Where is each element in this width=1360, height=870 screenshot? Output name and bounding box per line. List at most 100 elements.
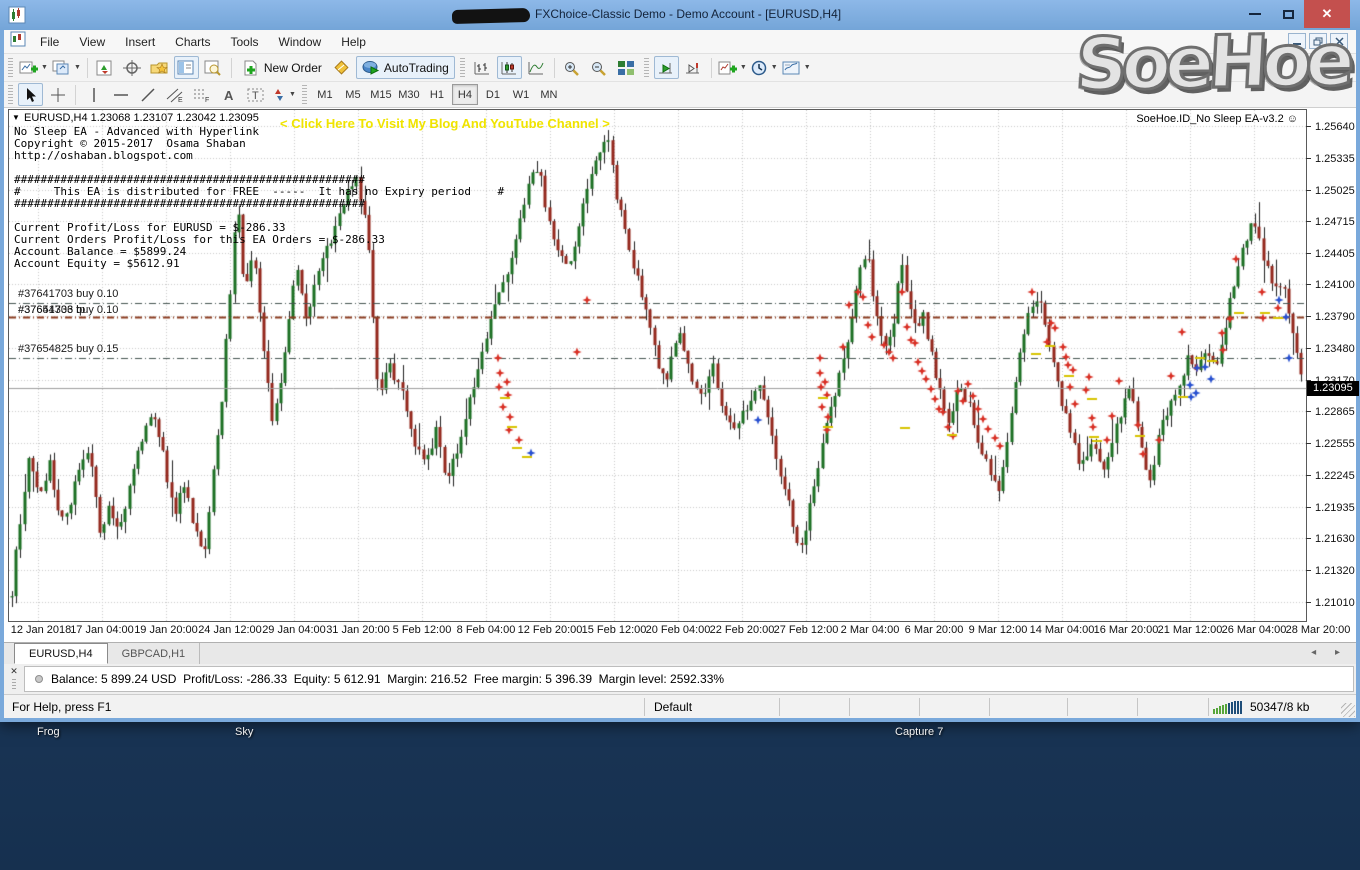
timeframe-h1[interactable]: H1 [424, 84, 450, 105]
date-axis: 12 Jan 201817 Jan 04:0019 Jan 20:0024 Ja… [4, 622, 1356, 640]
fibonacci-button[interactable]: F [189, 83, 214, 106]
profile-name[interactable]: Default [654, 700, 692, 714]
toolbar-grip[interactable] [8, 85, 13, 105]
menu-item-file[interactable]: File [30, 32, 69, 52]
toolbar-grip[interactable] [460, 58, 465, 78]
trendline-button[interactable] [135, 83, 160, 106]
menu-item-help[interactable]: Help [331, 32, 376, 52]
price-tick-label: 1.21010 [1315, 597, 1355, 609]
price-tick-label: 1.25025 [1315, 185, 1355, 197]
ea-version-label: SoeHoe.ID_No Sleep EA-v3.2 ☺ [1136, 113, 1298, 125]
date-tick-label: 15 Feb 12:00 [579, 624, 649, 636]
date-tick-label: 26 Mar 04:00 [1219, 624, 1289, 636]
svg-text:E: E [178, 97, 183, 103]
price-tick-mark [1306, 253, 1311, 254]
metaeditor-button[interactable] [329, 56, 354, 79]
data-window-button[interactable] [120, 56, 145, 79]
date-tick-label: 19 Jan 20:00 [131, 624, 201, 636]
separator [849, 698, 850, 716]
order-label-3: #37654825 buy 0.15 [18, 343, 118, 355]
vertical-line-button[interactable] [81, 83, 106, 106]
price-tick-mark [1306, 348, 1311, 349]
menu-item-window[interactable]: Window [269, 32, 332, 52]
ea-promo-link[interactable]: < Click Here To Visit My Blog And YouTub… [280, 116, 610, 131]
text-label-button[interactable]: T [243, 83, 268, 106]
price-tick-mark [1306, 411, 1311, 412]
price-tick-label: 1.24715 [1315, 216, 1355, 228]
arrows-button[interactable]: ▼ [270, 83, 297, 106]
menu-item-insert[interactable]: Insert [115, 32, 165, 52]
timeframe-d1[interactable]: D1 [480, 84, 506, 105]
navigator-button[interactable] [147, 56, 172, 79]
autotrading-button[interactable]: AutoTrading [356, 56, 455, 79]
price-tick-mark [1306, 158, 1311, 159]
timeframe-m15[interactable]: M15 [368, 84, 394, 105]
chart-shift-button[interactable] [681, 56, 706, 79]
market-watch-button[interactable] [93, 56, 118, 79]
profiles-button[interactable]: ▼ [51, 56, 82, 79]
timeframe-w1[interactable]: W1 [508, 84, 534, 105]
terminal-close-icon[interactable]: ✕ [7, 666, 21, 692]
templates-button[interactable]: ▼ [781, 56, 812, 79]
tab-eurusd-h4[interactable]: EURUSD,H4 [14, 643, 108, 664]
desktop-icon-label-frog[interactable]: Frog [37, 726, 60, 738]
equidistant-channel-button[interactable]: E [162, 83, 187, 106]
separator [1137, 698, 1138, 716]
timeframe-h4[interactable]: H4 [452, 84, 478, 105]
menu-item-charts[interactable]: Charts [165, 32, 220, 52]
terminal-button[interactable] [174, 56, 199, 79]
zoom-in-button[interactable] [560, 56, 585, 79]
resize-grip[interactable] [1341, 703, 1355, 717]
auto-scroll-button[interactable] [654, 56, 679, 79]
date-tick-label: 27 Feb 12:00 [771, 624, 841, 636]
price-tick-mark [1306, 602, 1311, 603]
toolbar-grip[interactable] [644, 58, 649, 78]
mt4-window: FXChoice-Classic Demo - Demo Account - [… [0, 0, 1360, 722]
menu-item-view[interactable]: View [69, 32, 115, 52]
connection-bars-icon [1213, 701, 1242, 714]
date-tick-label: 16 Mar 20:00 [1091, 624, 1161, 636]
text-button[interactable]: A [216, 83, 241, 106]
date-tick-label: 17 Jan 04:00 [67, 624, 137, 636]
crosshair-button[interactable] [45, 83, 70, 106]
price-tick-label: 1.25335 [1315, 153, 1355, 165]
timeframe-mn[interactable]: MN [536, 84, 562, 105]
price-tick-mark [1306, 443, 1311, 444]
desktop-icon-label-sky[interactable]: Sky [235, 726, 253, 738]
chevron-down-icon: ▼ [740, 64, 747, 71]
separator [1208, 698, 1209, 716]
separator [989, 698, 990, 716]
candlestick-chart-button[interactable] [497, 56, 522, 79]
strategy-tester-button[interactable] [201, 56, 226, 79]
ea-comment-block: No Sleep EA - Advanced with Hyperlink Co… [14, 126, 504, 270]
bar-chart-button[interactable] [470, 56, 495, 79]
date-tick-label: 12 Jan 2018 [6, 624, 76, 636]
periods-button[interactable]: ▼ [750, 56, 779, 79]
timeframe-m30[interactable]: M30 [396, 84, 422, 105]
toolbar-grip[interactable] [302, 85, 307, 105]
tile-windows-button[interactable] [614, 56, 639, 79]
price-axis: 1.256401.253351.250251.247151.244051.241… [1306, 110, 1360, 622]
timeframe-m5[interactable]: M5 [340, 84, 366, 105]
new-order-button[interactable]: New Order [237, 56, 327, 79]
date-tick-label: 14 Mar 04:00 [1027, 624, 1097, 636]
cursor-button[interactable] [18, 83, 43, 106]
one-click-caret-icon[interactable]: ▼ [12, 113, 20, 122]
terminal-balance-row: Balance: 5 899.24 USD Profit/Loss: -286.… [24, 666, 1354, 692]
zoom-out-button[interactable] [587, 56, 612, 79]
separator [779, 698, 780, 716]
line-chart-button[interactable] [524, 56, 549, 79]
tab-scroll-arrows[interactable]: ◂ ▸ [1311, 647, 1348, 658]
horizontal-line-button[interactable] [108, 83, 133, 106]
order-label-2-tp-overlap: #37641703 tp [18, 304, 85, 316]
new-chart-button[interactable]: ▼ [18, 56, 49, 79]
timeframe-m1[interactable]: M1 [312, 84, 338, 105]
menu-item-tools[interactable]: Tools [221, 32, 269, 52]
tab-gbpcad-h1[interactable]: GBPCAD,H1 [108, 643, 201, 664]
price-tick-label: 1.21630 [1315, 533, 1355, 545]
date-tick-label: 29 Jan 04:00 [259, 624, 329, 636]
indicators-button[interactable]: ▼ [717, 56, 748, 79]
price-tick-label: 1.23790 [1315, 311, 1355, 323]
desktop-icon-label-capture[interactable]: Capture 7 [895, 726, 943, 738]
toolbar-grip[interactable] [8, 58, 13, 78]
